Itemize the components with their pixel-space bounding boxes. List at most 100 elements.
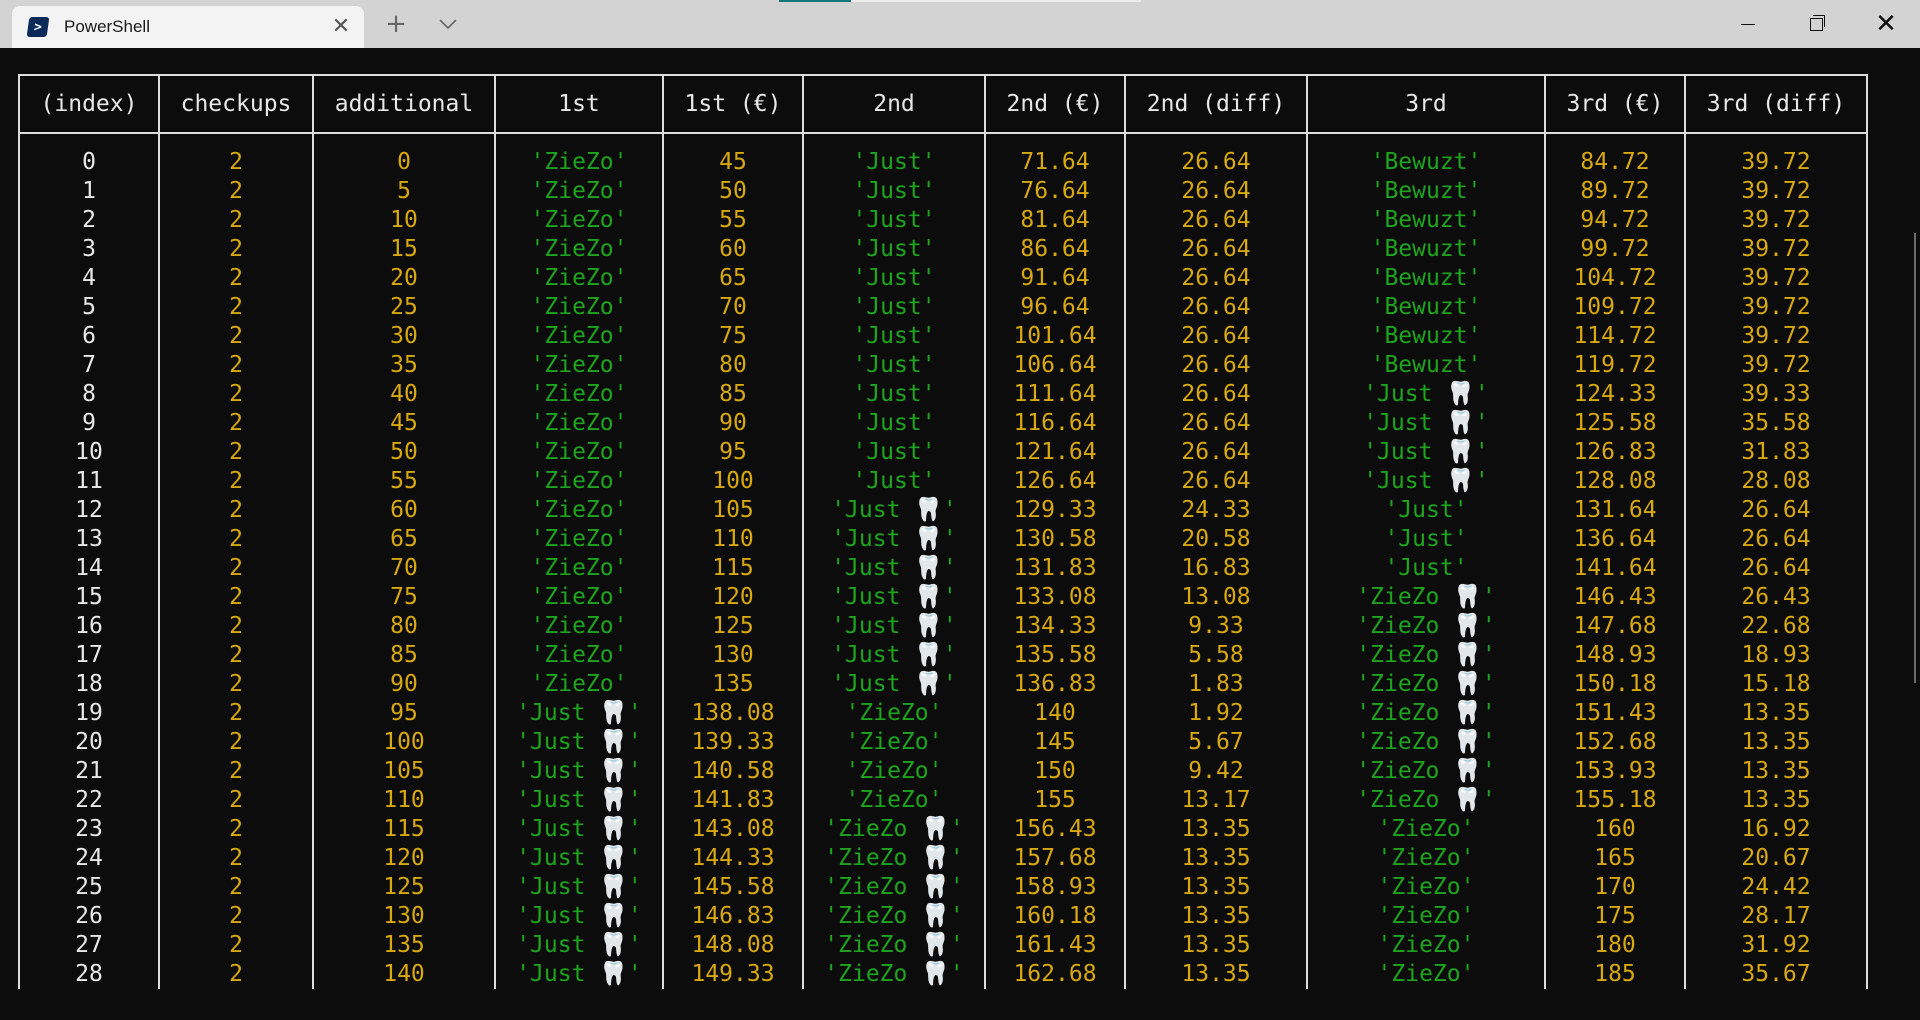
table-cell: 99.72 [1544,235,1686,264]
table-cell: 115 [312,815,496,844]
table-cell: 23 [18,815,160,844]
new-tab-button[interactable]: + [376,8,416,40]
table-cell: 136.83 [984,670,1126,699]
table-cell: 'ZieZo 🦷' [1306,728,1546,757]
table-cell: 25 [18,873,160,902]
table-cell: 70 [312,554,496,583]
table-cell: 6 [18,322,160,351]
table-cell: 145.58 [662,873,804,902]
table-cell: 2 [158,583,314,612]
table-cell: 16 [18,612,160,641]
table-cell: 90 [662,409,804,438]
table-cell: 26.64 [1124,133,1308,177]
table-cell: 'Bewuzt' [1306,351,1546,380]
table-cell: 55 [662,206,804,235]
table-cell: 13.35 [1124,844,1308,873]
table-cell: 2 [158,264,314,293]
table-cell: 16.92 [1684,815,1868,844]
table-cell: 170 [1544,873,1686,902]
table-cell: 130 [312,902,496,931]
table-cell: 'ZieZo 🦷' [1306,757,1546,786]
table-cell: 'Just 🦷' [494,699,664,728]
table-cell: 39.72 [1684,206,1868,235]
table-cell: 124.33 [1544,380,1686,409]
table-cell: 135.58 [984,641,1126,670]
table-cell: 'ZieZo' [802,757,986,786]
maximize-button[interactable] [1782,0,1850,48]
table-cell: 'ZieZo 🦷' [1306,786,1546,815]
table-cell: 5 [18,293,160,322]
table-cell: 2 [158,786,314,815]
table-cell: 'ZieZo' [494,133,664,177]
table-cell: 5.67 [1124,728,1308,757]
table-cell: 131.83 [984,554,1126,583]
table-cell: 'ZieZo' [1306,815,1546,844]
table-cell: 110 [312,786,496,815]
table-cell: 75 [662,322,804,351]
table-cell: 2 [158,641,314,670]
table-row: 15 2 75 'ZieZo' 120 'Just 🦷' 133.08 13.08 'ZieZo… [18,583,1868,612]
table-cell: 30 [312,322,496,351]
table-cell: 148.93 [1544,641,1686,670]
table-cell: 'Just 🦷' [802,670,986,699]
table-cell: 13.35 [1684,757,1868,786]
table-cell: 'ZieZo 🦷' [1306,699,1546,728]
table-row: 24 2 120 'Just 🦷' 144.33 'ZieZo 🦷' 157.68 13.35… [18,844,1868,873]
table-row: 18 2 90 'ZieZo' 135 'Just 🦷' 136.83 1.83 'ZieZo … [18,670,1868,699]
table-cell: 26.64 [1124,206,1308,235]
table-cell: 13.35 [1124,902,1308,931]
table-cell: 'Just 🦷' [1306,438,1546,467]
table-row: 0 2 0 'ZieZo' 45 'Just' 71.64 26.64 'Bewuzt' 84.7… [18,133,1868,177]
table-cell: 28.08 [1684,467,1868,496]
table-cell: 150.18 [1544,670,1686,699]
scrollbar-thumb[interactable] [1914,233,1916,683]
table-cell: 'Just' [802,467,986,496]
table-cell: 5 [312,177,496,206]
table-cell: 105 [662,496,804,525]
table-cell: 94.72 [1544,206,1686,235]
table-cell: 141.64 [1544,554,1686,583]
table-cell: 26.64 [1124,380,1308,409]
table-cell: 'ZieZo' [802,699,986,728]
chevron-down-icon [439,19,457,30]
table-cell: 'Just 🦷' [494,786,664,815]
table-cell: 100 [312,728,496,757]
table-cell: 'Just 🦷' [494,931,664,960]
table-row: 4 2 20 'ZieZo' 65 'Just' 91.64 26.64 'Bewuzt' 104… [18,264,1868,293]
table-cell: 8 [18,380,160,409]
column-header: 2nd (diff) [1124,74,1308,134]
table-cell: 152.68 [1544,728,1686,757]
table-cell: 153.93 [1544,757,1686,786]
table-cell: 144.33 [662,844,804,873]
table-cell: 14 [18,554,160,583]
table-cell: 'ZieZo' [494,554,664,583]
table-cell: 'Just 🦷' [802,525,986,554]
tab-powershell[interactable]: PowerShell ✕ [12,6,364,48]
table-cell: 147.68 [1544,612,1686,641]
minimize-button[interactable] [1714,0,1782,48]
table-cell: 39.72 [1684,264,1868,293]
table-cell: 22 [18,786,160,815]
table-cell: 18.93 [1684,641,1868,670]
table-cell: 'ZieZo 🦷' [802,873,986,902]
column-header: 2nd (€) [984,74,1126,134]
table-cell: 155.18 [1544,786,1686,815]
column-header: 3rd [1306,74,1546,134]
close-window-button[interactable]: ✕ [1852,0,1920,48]
table-cell: 120 [662,583,804,612]
tab-dropdown-button[interactable] [428,8,468,40]
column-header: 2nd [802,74,986,134]
table-cell: 160.18 [984,902,1126,931]
table-cell: 157.68 [984,844,1126,873]
table-cell: 'ZieZo' [494,496,664,525]
table-cell: 175 [1544,902,1686,931]
table-cell: 35.67 [1684,960,1868,989]
table-cell: 'Just 🦷' [1306,467,1546,496]
table-row: 6 2 30 'ZieZo' 75 'Just' 101.64 26.64 'Bewuzt' 11… [18,322,1868,351]
table-cell: 151.43 [1544,699,1686,728]
table-cell: 'Bewuzt' [1306,293,1546,322]
table-row: 13 2 65 'ZieZo' 110 'Just 🦷' 130.58 20.58 'Just'… [18,525,1868,554]
close-tab-icon[interactable]: ✕ [330,16,352,38]
table-cell: 'ZieZo 🦷' [802,960,986,989]
table-cell: 55 [312,467,496,496]
